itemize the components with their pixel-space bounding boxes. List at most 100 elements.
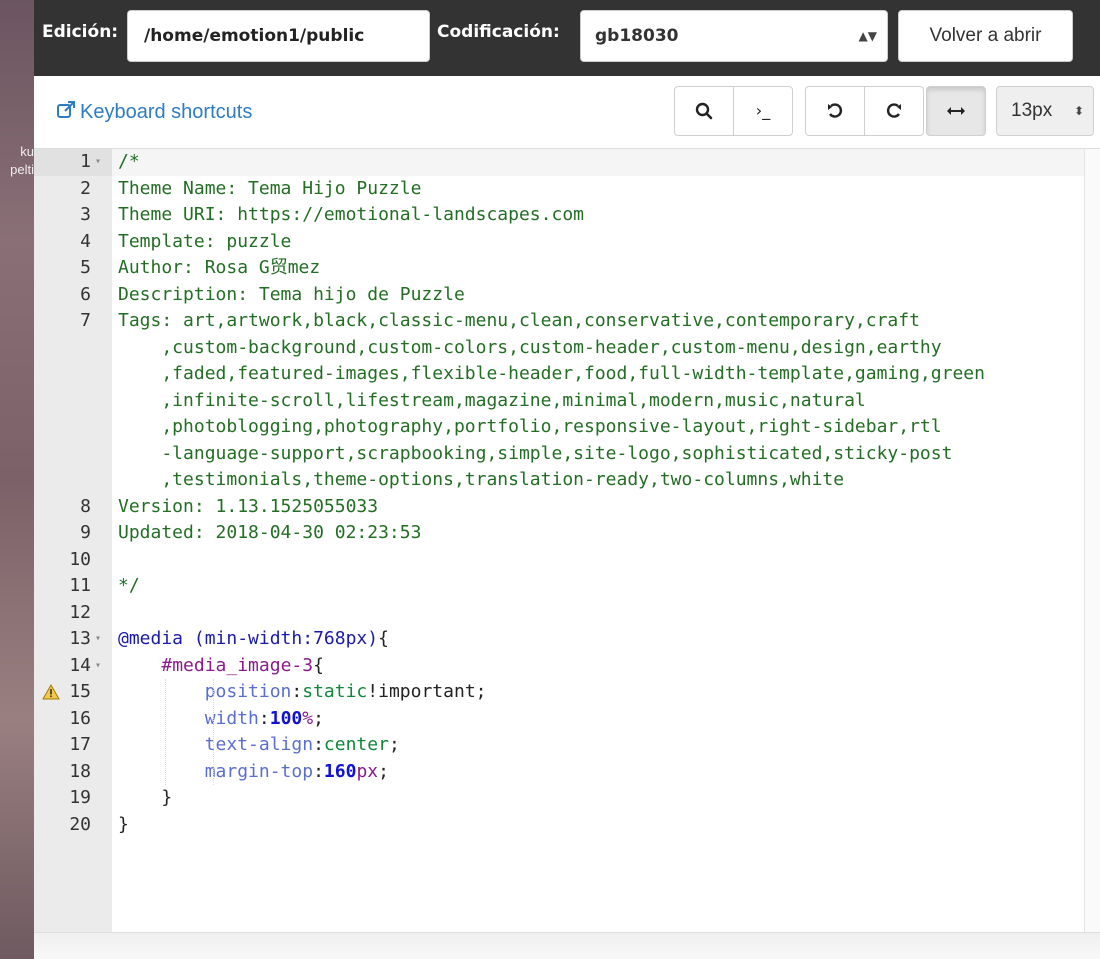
code-text: Tags: art,artwork,black,classic-menu,cle… <box>118 310 920 331</box>
edit-label: Edición: <box>42 22 119 42</box>
line-number: 10 <box>69 548 91 570</box>
code-line[interactable]: ,testimonials,theme-options,translation-… <box>34 467 1084 494</box>
indent-guide <box>213 679 214 785</box>
code-text: Version: 1.13.1525055033 <box>118 495 379 517</box>
line-number: 12 <box>69 601 91 623</box>
line-number: 9 <box>80 522 91 543</box>
font-size-select[interactable]: 13px ⬍ <box>996 86 1094 136</box>
line-number: 20 <box>69 813 91 835</box>
code-text: position:static!important; <box>204 681 487 702</box>
select-arrows-icon: ▲▼ <box>858 29 877 43</box>
line-number: 5 <box>80 257 91 278</box>
code-line[interactable]: ,custom-background,custom-colors,custom-… <box>34 335 1084 362</box>
code-line[interactable]: 8 Version: 1.13.1525055033 <box>34 494 1084 521</box>
line-number: 13 <box>69 628 91 649</box>
code-line[interactable]: ,infinite-scroll,lifestream,magazine,min… <box>34 388 1084 415</box>
warning-icon[interactable] <box>42 684 60 700</box>
code-text: ,faded,featured-images,flexible-header,f… <box>118 363 985 384</box>
code-text: Template: puzzle <box>118 230 292 252</box>
terminal-button[interactable]: ›_ <box>733 86 793 136</box>
line-number: 8 <box>80 495 91 517</box>
line-number: 18 <box>69 760 91 782</box>
font-size-value: 13px <box>1011 100 1053 121</box>
code-line[interactable]: 19 } <box>34 785 1084 812</box>
code-text: ,infinite-scroll,lifestream,magazine,min… <box>118 389 866 411</box>
word-wrap-toggle[interactable] <box>926 86 986 136</box>
undo-icon <box>828 103 843 118</box>
code-text: Description: Tema hijo de Puzzle <box>118 283 465 305</box>
code-text: -language-support,scrapbooking,simple,si… <box>118 442 953 464</box>
fold-toggle-icon[interactable]: ▾ <box>95 149 101 176</box>
code-line[interactable]: 17 text-align:center; <box>34 732 1084 759</box>
encoding-label: Codificación: <box>437 22 560 42</box>
line-number: 14 <box>69 654 91 676</box>
external-link-icon <box>57 101 75 118</box>
terminal-icon: ›_ <box>755 101 771 120</box>
code-line[interactable]: 2 Theme Name: Tema Hijo Puzzle <box>34 176 1084 203</box>
code-text: } <box>161 787 173 808</box>
encoding-select[interactable]: gb18030 ▲▼ <box>580 10 888 62</box>
code-text: Updated: 2018-04-30 02:23:53 <box>118 522 422 543</box>
line-number: 4 <box>80 230 91 252</box>
code-line[interactable]: 16 width:100%; <box>34 706 1084 733</box>
code-text: } <box>118 813 129 835</box>
code-line[interactable]: 6 Description: Tema hijo de Puzzle <box>34 282 1084 309</box>
keyboard-shortcuts-link[interactable]: Keyboard shortcuts <box>56 100 252 124</box>
code-line[interactable]: 20} <box>34 812 1084 839</box>
desktop-icon-label: pelti <box>10 162 34 177</box>
encoding-value: gb18030 <box>595 26 679 46</box>
code-line[interactable]: 3 Theme URI: https://emotional-landscapes… <box>34 202 1084 229</box>
search-icon <box>695 102 713 120</box>
undo-button[interactable] <box>805 86 865 136</box>
fold-toggle-icon[interactable]: ▾ <box>95 626 101 653</box>
code-editor[interactable]: 1 ▾/* 2 Theme Name: Tema Hijo Puzzle 3 Theme … <box>34 148 1100 933</box>
code-line[interactable]: ,faded,featured-images,flexible-header,f… <box>34 361 1084 388</box>
line-number: 3 <box>80 204 91 225</box>
line-number: 6 <box>80 283 91 305</box>
desktop-icon-label: ku <box>20 144 34 159</box>
code-text: ,custom-background,custom-colors,custom-… <box>118 336 942 358</box>
code-line[interactable]: 10 <box>34 547 1084 574</box>
code-line[interactable]: -language-support,scrapbooking,simple,si… <box>34 441 1084 468</box>
indent-guide <box>165 679 166 785</box>
code-text: /* <box>118 151 140 172</box>
editor-toolbar: Keyboard shortcuts ›_ 13px ⬍ <box>34 76 1100 148</box>
code-text: ,photoblogging,photography,portfolio,res… <box>118 416 942 437</box>
code-line[interactable]: 4 Template: puzzle <box>34 229 1084 256</box>
wrap-icon <box>947 107 965 115</box>
status-area <box>34 932 1100 959</box>
code-text: #media_image-3{ <box>161 654 324 676</box>
code-line[interactable]: 11 */ <box>34 573 1084 600</box>
code-text: Author: Rosa G贸mez <box>118 257 321 278</box>
keyboard-shortcuts-label: Keyboard shortcuts <box>80 101 253 123</box>
code-line[interactable]: 5 Author: Rosa G贸mez <box>34 255 1084 282</box>
code-text: Theme URI: https://emotional-landscapes.… <box>118 204 584 225</box>
code-line[interactable]: 12 <box>34 600 1084 627</box>
code-text: */ <box>118 575 140 596</box>
search-button[interactable] <box>674 86 734 136</box>
code-line[interactable]: 7 Tags: art,artwork,black,classic-menu,cl… <box>34 308 1084 335</box>
line-number: 1 <box>80 151 91 172</box>
code-text: margin-top:160px; <box>204 760 389 782</box>
line-number: 2 <box>80 177 91 199</box>
reopen-button[interactable]: Volver a abrir <box>898 10 1073 62</box>
code-line[interactable]: 18 margin-top:160px; <box>34 759 1084 786</box>
code-line[interactable]: 9 Updated: 2018-04-30 02:23:53 <box>34 520 1084 547</box>
code-text: ,testimonials,theme-options,translation-… <box>118 469 845 490</box>
code-line[interactable]: 13 ▾ @media (min-width:768px){ <box>34 626 1084 653</box>
redo-button[interactable] <box>864 86 924 136</box>
code-line[interactable]: 15 position:static!important; <box>34 679 1084 706</box>
select-arrows-icon: ⬍ <box>1073 104 1084 118</box>
line-number: 19 <box>69 787 91 808</box>
desktop-background: ku pelti <box>0 0 34 959</box>
line-number: 16 <box>69 707 91 729</box>
fold-toggle-icon[interactable]: ▾ <box>95 653 101 680</box>
code-text: @media (min-width:768px){ <box>118 628 389 649</box>
code-line[interactable]: 1 ▾ /* <box>34 149 1084 176</box>
code-line[interactable]: ,photoblogging,photography,portfolio,res… <box>34 414 1084 441</box>
line-number: 17 <box>69 734 91 755</box>
file-path-field[interactable]: /home/emotion1/public <box>127 10 430 62</box>
code-text: width:100%; <box>204 707 324 729</box>
code-line[interactable]: 14 ▾ #media_image-3{ <box>34 653 1084 680</box>
editor-scrollbar[interactable] <box>1084 149 1100 933</box>
